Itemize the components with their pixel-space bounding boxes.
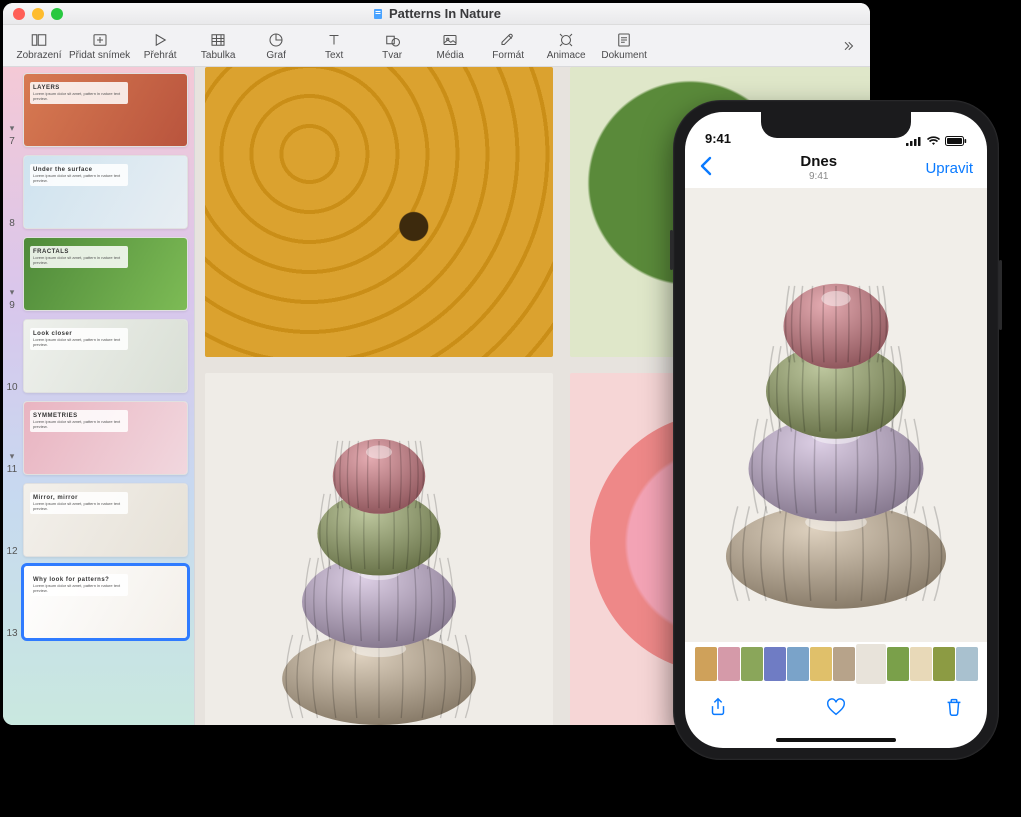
canvas-image-honeycomb[interactable] [205,67,553,357]
filmstrip-thumb[interactable] [810,647,832,681]
add-slide-icon [91,31,109,49]
slide-number: 13 [6,628,17,639]
window-title: Patterns In Nature [3,6,870,21]
home-indicator[interactable] [685,732,987,748]
toolbar-label: Média [437,50,464,61]
mac-titlebar: Patterns In Nature [3,3,870,25]
delete-button[interactable] [943,696,965,723]
status-time: 9:41 [705,131,731,146]
toolbar-shape-button[interactable]: Tvar [364,26,420,66]
toolbar-label: Tvar [382,50,402,61]
toolbar-label: Graf [266,50,285,61]
slide-thumbnail-12[interactable]: 12 Mirror, mirror Lorem ipsum dolor sit … [5,483,188,557]
slide-number: 12 [6,546,17,557]
trash-icon [943,696,965,718]
disclosure-triangle-icon[interactable]: ▾ [10,451,15,462]
toolbar-document-button[interactable]: Dokument [596,26,652,66]
nav-title: Dnes 9:41 [800,154,837,182]
iphone-notch [761,112,911,138]
toolbar-label: Tabulka [201,50,235,61]
table-icon [209,31,227,49]
slide-navigator[interactable]: ▾7 LAYERS Lorem ipsum dolor sit amet, pa… [3,67,195,725]
slide-thumbnail-7[interactable]: ▾7 LAYERS Lorem ipsum dolor sit amet, pa… [5,73,188,147]
slide-number: 7 [9,136,15,147]
slide-thumbnail-9[interactable]: ▾9 FRACTALS Lorem ipsum dolor sit amet, … [5,237,188,311]
text-icon [325,31,343,49]
toolbar-text-button[interactable]: Text [306,26,362,66]
chart-icon [267,31,285,49]
disclosure-triangle-icon[interactable]: ▾ [10,287,15,298]
canvas-image-urchins[interactable] [205,373,553,725]
back-button[interactable] [699,156,712,181]
chevron-double-right-icon [839,37,857,55]
document-icon [372,8,384,20]
battery-icon [945,136,967,146]
disclosure-triangle-icon[interactable]: ▾ [10,123,15,134]
filmstrip-thumb[interactable] [695,647,717,681]
photo-viewer[interactable] [685,188,987,642]
toolbar-label: Text [325,50,343,61]
filmstrip-thumb[interactable] [956,647,978,681]
edit-button[interactable]: Upravit [925,160,973,177]
slide-number: 9 [9,300,15,311]
toolbar-add-slide-button[interactable]: Přidat snímek [69,26,130,66]
toolbar-label: Animace [547,50,586,61]
slide-number: 10 [6,382,17,393]
photos-navbar: Dnes 9:41 Upravit [685,148,987,188]
toolbar-chart-button[interactable]: Graf [248,26,304,66]
toolbar-label: Zobrazení [16,50,61,61]
format-icon [499,31,517,49]
photos-toolbar [685,686,987,732]
heart-icon [825,696,847,718]
toolbar-label: Přidat snímek [69,50,130,61]
filmstrip-thumb[interactable] [741,647,763,681]
share-button[interactable] [707,696,729,723]
slide-thumbnail-13[interactable]: 13 Why look for patterns? Lorem ipsum do… [5,565,188,639]
slide-thumbnail-10[interactable]: 10 Look closer Lorem ipsum dolor sit ame… [5,319,188,393]
slide-number: 8 [9,218,15,229]
play-icon [151,31,169,49]
shape-icon [383,31,401,49]
toolbar: Zobrazení Přidat snímek Přehrát Tabulka … [3,25,870,67]
iphone-device: 9:41 [673,100,999,760]
toolbar-more-button[interactable] [834,26,862,66]
filmstrip-thumb[interactable] [887,647,909,681]
chevron-left-icon [699,156,712,176]
toolbar-play-button[interactable]: Přehrát [132,26,188,66]
view-icon [30,31,48,49]
toolbar-view-button[interactable]: Zobrazení [11,26,67,66]
filmstrip-thumb[interactable] [933,647,955,681]
iphone-screen: 9:41 [685,112,987,748]
toolbar-label: Dokument [601,50,647,61]
media-icon [441,31,459,49]
toolbar-label: Přehrát [144,50,177,61]
signal-icon [906,136,922,146]
toolbar-label: Formát [492,50,524,61]
share-icon [707,696,729,718]
photo-filmstrip[interactable] [685,642,987,686]
toolbar-table-button[interactable]: Tabulka [190,26,246,66]
slide-thumbnail-11[interactable]: ▾11 SYMMETRIES Lorem ipsum dolor sit ame… [5,401,188,475]
slide-number: 11 [7,464,17,475]
filmstrip-thumb[interactable] [764,647,786,681]
filmstrip-thumb[interactable] [856,644,886,684]
toolbar-format-button[interactable]: Formát [480,26,536,66]
slide-thumbnail-8[interactable]: 8 Under the surface Lorem ipsum dolor si… [5,155,188,229]
filmstrip-thumb[interactable] [833,647,855,681]
animate-icon [557,31,575,49]
filmstrip-thumb[interactable] [718,647,740,681]
toolbar-media-button[interactable]: Média [422,26,478,66]
favorite-button[interactable] [825,696,847,723]
wifi-icon [926,136,941,146]
document-icon [615,31,633,49]
filmstrip-thumb[interactable] [787,647,809,681]
filmstrip-thumb[interactable] [910,647,932,681]
toolbar-animate-button[interactable]: Animace [538,26,594,66]
